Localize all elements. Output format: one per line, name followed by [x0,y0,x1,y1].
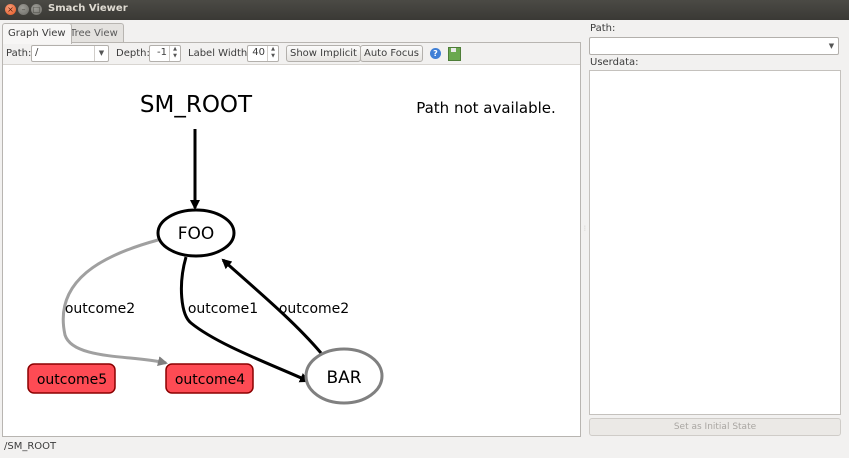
outcome-node-outcome5[interactable]: outcome5 [27,363,116,394]
maximize-icon: □ [32,5,41,14]
outcome-label-outcome4: outcome4 [175,372,245,388]
minimize-icon: – [21,5,26,14]
userdata-label: Userdata: [590,57,639,68]
state-label-foo: FOO [178,224,215,244]
tab-graph-view[interactable]: Graph View [2,23,72,44]
spin-arrows-icon[interactable]: ▲ ▼ [267,46,278,61]
depth-spinbox[interactable]: -1 ▲ ▼ [149,45,181,62]
state-label-bar: BAR [326,368,361,388]
close-icon: × [7,5,14,14]
path-not-available-message: Path not available. [416,99,556,117]
show-implicit-button[interactable]: Show Implicit [286,45,361,62]
window-title: Smach Viewer [48,3,128,14]
close-window-button[interactable]: × [5,4,16,15]
edge-label-outcome2-implicit: outcome2 [65,301,135,317]
spin-arrows-icon[interactable]: ▲ ▼ [169,46,180,61]
graph-view-panel: Path: / ▼ Depth: -1 ▲ ▼ Label Width: 40 ▲… [2,42,581,437]
path-value: / [35,47,39,58]
depth-label: Depth: [116,48,150,59]
panel-splitter-handle[interactable]: ⋮ [582,225,588,232]
auto-focus-button[interactable]: Auto Focus [360,45,423,62]
set-initial-state-button[interactable]: Set as Initial State [589,418,841,436]
label-width-value: 40 [252,47,265,58]
state-graph: SM_ROOT Path not available. outcome2 out… [27,92,556,405]
depth-value: -1 [157,47,167,58]
minimize-window-button[interactable]: – [18,4,29,15]
right-path-combobox[interactable]: ▼ [589,37,839,55]
root-state-label: SM_ROOT [140,92,253,118]
status-path: /SM_ROOT [4,441,57,452]
userdata-view[interactable] [589,70,841,415]
outcome-label-outcome5: outcome5 [37,372,107,388]
right-path-label: Path: [590,23,616,34]
edge-label-outcome2: outcome2 [279,301,349,317]
state-node-bar[interactable]: BAR [304,347,384,405]
chevron-down-icon: ▼ [828,42,835,50]
save-image-icon[interactable] [448,47,461,61]
path-label: Path: [6,48,32,59]
help-icon[interactable]: ? [430,48,441,59]
path-combobox[interactable]: / ▼ [31,45,109,62]
graph-canvas[interactable]: SM_ROOT Path not available. outcome2 out… [3,65,580,436]
edge-label-outcome1: outcome1 [188,301,258,317]
status-bar: /SM_ROOT [0,437,849,458]
smach-viewer-window: × – □ Smach Viewer Graph View Tree View … [0,0,849,458]
label-width-spinbox[interactable]: 40 ▲ ▼ [247,45,279,62]
chevron-down-icon: ▼ [94,46,108,61]
state-node-foo[interactable]: FOO [156,208,236,258]
graph-toolbar: Path: / ▼ Depth: -1 ▲ ▼ Label Width: 40 ▲… [3,43,580,65]
outcome-node-outcome4[interactable]: outcome4 [165,363,254,394]
label-width-label: Label Width: [188,48,251,59]
title-bar: × – □ Smach Viewer [0,0,849,20]
tab-tree-view[interactable]: Tree View [64,23,124,43]
maximize-window-button[interactable]: □ [31,4,42,15]
